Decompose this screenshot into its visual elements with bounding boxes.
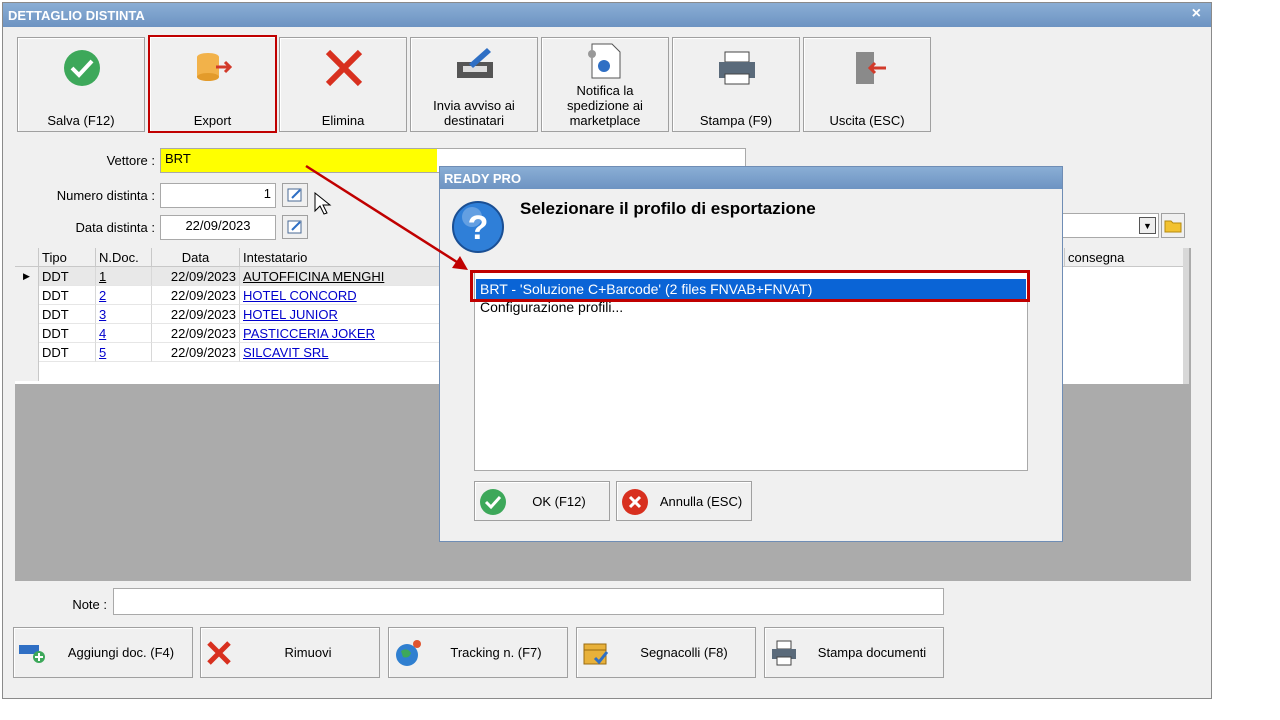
close-icon[interactable]: × — [1192, 5, 1201, 23]
current-row-indicator-icon: ▶ — [15, 267, 39, 286]
col-header-consegna[interactable]: consegna — [1065, 248, 1189, 267]
table-row-4-ndoc[interactable]: 4 — [96, 324, 152, 343]
date-field[interactable]: 22/09/2023 — [160, 215, 276, 240]
print-documents-button[interactable]: Stampa documenti — [764, 627, 944, 678]
add-document-label: Aggiungi doc. (F4) — [67, 645, 175, 660]
table-row-3-ndoc[interactable]: 3 — [96, 305, 152, 324]
print-button[interactable]: Stampa (F9) — [672, 37, 800, 132]
export-button[interactable]: Export — [148, 35, 277, 133]
notes-label: Note : — [72, 597, 107, 612]
table-row-1-ndoc[interactable]: 1 — [96, 267, 152, 286]
col-header-tipo[interactable]: Tipo — [39, 248, 96, 267]
number-value: 1 — [263, 186, 271, 201]
globe-icon — [396, 640, 421, 666]
table-row-4-tipo[interactable]: DDT — [39, 324, 96, 343]
table-row-1-tipo[interactable]: DDT — [39, 267, 96, 286]
exit-door-icon — [856, 52, 886, 84]
table-row-3-data[interactable]: 22/09/2023 — [152, 305, 240, 324]
table-row-1-data[interactable]: 22/09/2023 — [152, 267, 240, 286]
print-documents-label: Stampa documenti — [817, 645, 927, 660]
carrier-label: Vettore : — [106, 153, 155, 168]
remove-button[interactable]: Rimuovi — [200, 627, 380, 678]
table-row-4-data[interactable]: 22/09/2023 — [152, 324, 240, 343]
table-row-2-tipo[interactable]: DDT — [39, 286, 96, 305]
dialog-title-bar: READY PRO — [440, 167, 1062, 189]
parcel-label-icon — [583, 643, 609, 665]
col-header-ndoc[interactable]: N.Doc. — [96, 248, 152, 267]
table-row-3-intestatario[interactable]: HOTEL JUNIOR — [240, 305, 470, 324]
printer-icon — [772, 640, 796, 666]
save-button[interactable]: Salva (F12) — [17, 37, 145, 132]
grid-corner — [15, 248, 39, 267]
table-row-2-intestatario[interactable]: HOTEL CONCORD — [240, 286, 470, 305]
cancel-label: Annulla (ESC) — [659, 494, 743, 509]
folder-icon — [1164, 220, 1182, 233]
grid-scrollbar[interactable] — [1183, 248, 1189, 384]
table-row-3-tipo[interactable]: DDT — [39, 305, 96, 324]
print-label: Stampa (F9) — [699, 113, 773, 128]
dialog-message: Selezionare il profilo di esportazione — [520, 199, 816, 218]
exit-button[interactable]: Uscita (ESC) — [803, 37, 931, 132]
folder-button[interactable] — [1161, 213, 1185, 238]
export-label: Export — [193, 113, 232, 128]
export-icon — [197, 53, 233, 81]
cancel-icon — [622, 489, 648, 515]
notify-marketplace-button[interactable]: Notifica la spedizione ai marketplace — [541, 37, 669, 132]
checkmark-icon — [480, 489, 506, 515]
delete-x-icon — [325, 49, 363, 87]
table-row-5-intestatario[interactable]: SILCAVIT SRL — [240, 343, 470, 362]
table-row-4-intestatario[interactable]: PASTICCERIA JOKER — [240, 324, 470, 343]
parcel-labels-label: Segnacolli (F8) — [640, 645, 728, 660]
remove-label: Rimuovi — [284, 645, 332, 660]
checkmark-icon — [64, 50, 100, 86]
profile-select[interactable]: ▼ — [1053, 213, 1159, 238]
save-label: Salva (F12) — [47, 113, 115, 128]
row-header-strip — [15, 286, 39, 381]
table-row-5-tipo[interactable]: DDT — [39, 343, 96, 362]
number-label: Numero distinta : — [56, 188, 155, 203]
table-row-2-ndoc[interactable]: 2 — [96, 286, 152, 305]
export-profile-dialog: READY PRO ? Selezionare il profilo di es… — [439, 166, 1063, 542]
tracking-button[interactable]: Tracking n. (F7) — [388, 627, 568, 678]
number-field[interactable]: 1 — [160, 183, 276, 208]
table-row-5-ndoc[interactable]: 5 — [96, 343, 152, 362]
selection-highlight-frame — [470, 270, 1030, 302]
date-value: 22/09/2023 — [185, 218, 251, 233]
notes-input[interactable] — [113, 588, 944, 615]
carrier-value: BRT — [165, 151, 191, 166]
notify-marketplace-label: Notifica la spedizione ai marketplace — [567, 83, 643, 128]
ok-button[interactable]: OK (F12) — [474, 481, 610, 521]
date-label: Data distinta : — [75, 220, 156, 235]
col-header-data[interactable]: Data — [152, 248, 240, 267]
printer-icon — [719, 51, 755, 85]
chevron-down-icon[interactable]: ▼ — [1139, 217, 1156, 234]
cancel-button[interactable]: Annulla (ESC) — [616, 481, 752, 521]
tracking-label: Tracking n. (F7) — [450, 645, 542, 660]
add-document-button[interactable]: Aggiungi doc. (F4) — [13, 627, 193, 678]
delete-button[interactable]: Elimina — [279, 37, 407, 132]
document-gear-icon — [588, 43, 621, 79]
table-row-5-data[interactable]: 22/09/2023 — [152, 343, 240, 362]
window-title: DETTAGLIO DISTINTA — [8, 8, 145, 23]
remove-x-icon — [207, 641, 231, 665]
exit-label: Uscita (ESC) — [829, 113, 905, 128]
add-document-icon — [19, 645, 45, 663]
ok-label: OK (F12) — [532, 494, 586, 509]
parcel-labels-button[interactable]: Segnacolli (F8) — [576, 627, 756, 678]
notify-recipients-label: Invia avviso ai destinatari — [433, 98, 515, 128]
table-row-2-data[interactable]: 22/09/2023 — [152, 286, 240, 305]
annotation-arrow-icon — [305, 164, 468, 270]
delete-label: Elimina — [321, 113, 365, 128]
title-bar: DETTAGLIO DISTINTA × — [3, 3, 1211, 27]
notify-recipients-button[interactable]: Invia avviso ai destinatari — [410, 37, 538, 132]
inbox-edit-icon — [457, 48, 493, 78]
